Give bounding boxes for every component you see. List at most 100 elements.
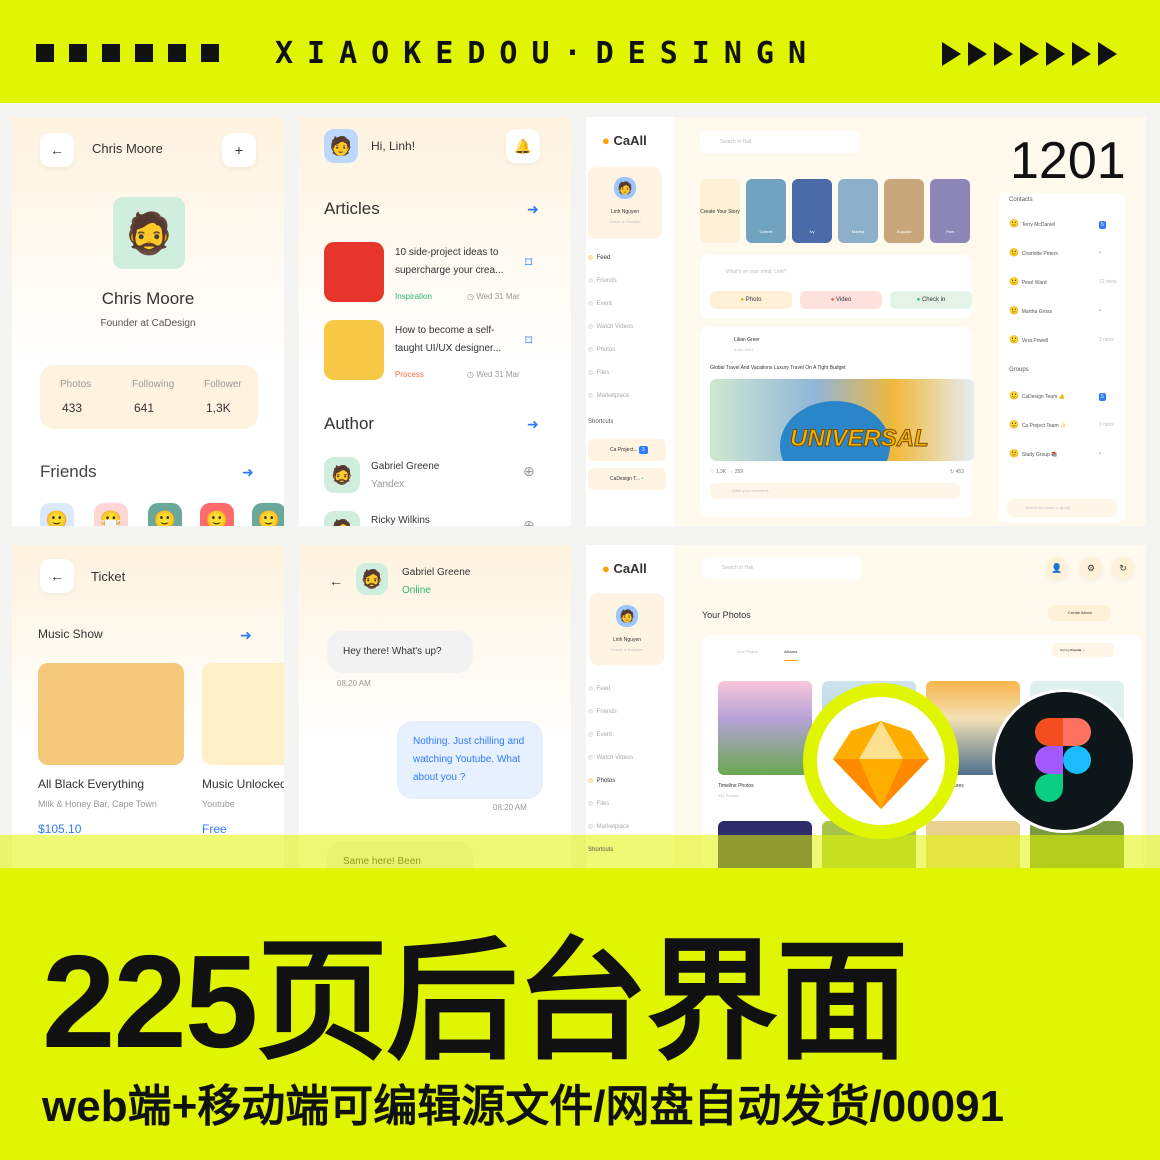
triangle-icon (994, 42, 1013, 66)
nav-item[interactable]: ◎ Watch Videos (588, 323, 633, 330)
event-place: Youtube (202, 799, 235, 809)
triangle-icon (942, 42, 961, 66)
friend-avatar[interactable]: 😷 (94, 503, 128, 526)
refresh-icon[interactable]: ↻ (1112, 557, 1134, 579)
event-image[interactable] (202, 663, 284, 765)
contact-item[interactable]: 🙂 Charlotte Peters (1009, 248, 1058, 257)
article-title[interactable]: 10 side-project ideas to supercharge you… (395, 244, 507, 280)
nav-item[interactable]: ◎ Event (588, 300, 612, 307)
create-story-button[interactable]: Create Your Story (700, 179, 740, 243)
arrow-right-icon[interactable]: ➜ (240, 627, 252, 644)
contacts-title: Contacts (1009, 197, 1033, 203)
post-date: 4 Apr 2021 (734, 347, 754, 352)
album-count: 952 Photos (718, 793, 739, 798)
composer-action[interactable]: ● Photo (710, 291, 792, 309)
contact-item[interactable]: 🙂 Terry McDaniel (1009, 219, 1055, 228)
nav-item[interactable]: ◎ Files (588, 800, 609, 807)
nav-item[interactable]: ◎ Watch Videos (588, 754, 633, 761)
search-input[interactable]: Search in Hall (702, 557, 862, 579)
nav-item[interactable]: ◎ Friends (588, 277, 617, 284)
tab-albums[interactable]: Albums (784, 649, 798, 661)
brand-title: XIAOKEDOU·DESINGN (275, 36, 821, 71)
back-button[interactable]: ← (40, 559, 74, 593)
group-item[interactable]: 🙂 CaDesign Team 👍 (1009, 391, 1065, 400)
back-icon[interactable]: ← (329, 573, 343, 589)
status-badge: • (1099, 308, 1101, 314)
preview-stage: ← Chris Moore + 🧔 Chris Moore Founder at… (0, 103, 1160, 868)
article-thumbnail[interactable] (324, 320, 384, 380)
search-input[interactable]: Search in Hall (700, 131, 860, 153)
stat-value: 1,3K (206, 401, 231, 415)
articles-card: 🧑 Hi, Linh! 🔔 Articles ➜ 10 side-project… (299, 117, 571, 526)
shortcut-item[interactable]: Ca Project... 3 (588, 439, 666, 461)
story-name: Plan (945, 229, 954, 234)
group-item[interactable]: 🙂 Study Group 📚 (1009, 449, 1057, 458)
composer-action[interactable]: ● Check in (890, 291, 972, 309)
bookmark-icon[interactable]: ⌑ (525, 254, 532, 271)
profile-card: ← Chris Moore + 🧔 Chris Moore Founder at… (12, 117, 284, 526)
bell-icon[interactable]: 🔔 (506, 129, 540, 163)
nav-item[interactable]: ◎ Marketplace (588, 823, 629, 830)
profile-header-name: Chris Moore (92, 141, 163, 156)
author-title: Author (324, 414, 375, 433)
feed-dashboard: ● CaAll 🧑 Linh Nguyen Owner & Founder ◎ … (586, 117, 1146, 526)
follow-icon[interactable]: ⊕ (523, 517, 535, 526)
user-avatar: 🧑 (614, 177, 636, 199)
story-card[interactable]: Augusta (884, 179, 924, 243)
contact-item[interactable]: 🙂 Martha Gross (1009, 306, 1052, 315)
friend-avatar[interactable]: 🙂 (252, 503, 284, 526)
tab-your-photos[interactable]: Your Photos (736, 649, 758, 654)
event-place: Milk & Honey Bar, Cape Town (38, 799, 157, 809)
story-card[interactable]: Ivy (792, 179, 832, 243)
arrow-right-icon[interactable]: ➜ (242, 464, 254, 481)
user-name: Linh Nguyen (612, 637, 642, 643)
nav-item[interactable]: ◎ Friends (588, 708, 617, 715)
story-card[interactable]: Gabriel (746, 179, 786, 243)
nav-item[interactable]: ◎ Feed (588, 685, 610, 692)
friend-avatar[interactable]: 🙂 (148, 503, 182, 526)
post-image: UNIVERSAL (710, 379, 974, 461)
nav-item[interactable]: ◎ Marketplace (588, 392, 629, 399)
event-image[interactable] (38, 663, 184, 765)
chat-contact-name: Gabriel Greene (402, 567, 471, 578)
figma-logo (992, 689, 1136, 833)
nav-item[interactable]: ◎ Files (588, 369, 609, 376)
story-card[interactable]: Martha (838, 179, 878, 243)
triangle-icon (1020, 42, 1039, 66)
article-thumbnail[interactable] (324, 242, 384, 302)
shortcut-item[interactable]: CaDesign T... • (588, 468, 666, 490)
article-title[interactable]: How to become a self-taught UI/UX design… (395, 322, 507, 358)
nav-item[interactable]: ◎ Feed (588, 254, 610, 261)
nav-item[interactable]: ◎ Photos (588, 777, 615, 784)
sort-select[interactable]: Sort by Popular ⌄ (1052, 643, 1114, 657)
follow-icon[interactable]: ⊕ (523, 463, 535, 480)
contact-item[interactable]: 🙂 Pearl Ward (1009, 277, 1047, 286)
bookmark-icon[interactable]: ⌑ (525, 332, 532, 349)
composer-input[interactable]: What's on your mind, Linh? (726, 269, 786, 275)
event-name[interactable]: Music Unlocked (202, 777, 284, 791)
contact-item[interactable]: 🙂 Vera Powell (1009, 335, 1048, 344)
story-card[interactable]: Plan (930, 179, 970, 243)
comment-input[interactable]: Write your comment... (710, 483, 960, 499)
composer-action[interactable]: ● Video (800, 291, 882, 309)
event-name[interactable]: All Black Everything (38, 777, 144, 791)
user-add-icon[interactable]: 👤 (1046, 557, 1068, 579)
create-album-button[interactable]: Create Album (1048, 605, 1110, 621)
album-thumbnail[interactable] (718, 681, 812, 775)
nav-item[interactable]: ◎ Photos (588, 346, 615, 353)
settings-icon[interactable]: ⚙ (1080, 557, 1102, 579)
story-name: Martha (851, 229, 865, 234)
contact-avatar: 🧔 (356, 563, 388, 595)
chat-message: Hey there! What's up? (327, 631, 473, 673)
arrow-right-icon[interactable]: ➜ (527, 201, 539, 218)
back-button[interactable]: ← (40, 133, 74, 167)
friend-avatar[interactable]: 🙂 (40, 503, 74, 526)
group-item[interactable]: 🙂 Ca Project Team ✨ (1009, 420, 1066, 429)
stats-box: Photos 433 Following 641 Follower 1,3K (40, 365, 258, 429)
arrow-right-icon[interactable]: ➜ (527, 416, 539, 433)
nav-item[interactable]: ◎ Event (588, 731, 612, 738)
friend-avatar[interactable]: 🙂 (200, 503, 234, 526)
article-tag: Process (395, 370, 424, 379)
group-search-input[interactable]: Search by name or group (1007, 499, 1117, 517)
add-button[interactable]: + (222, 133, 256, 167)
